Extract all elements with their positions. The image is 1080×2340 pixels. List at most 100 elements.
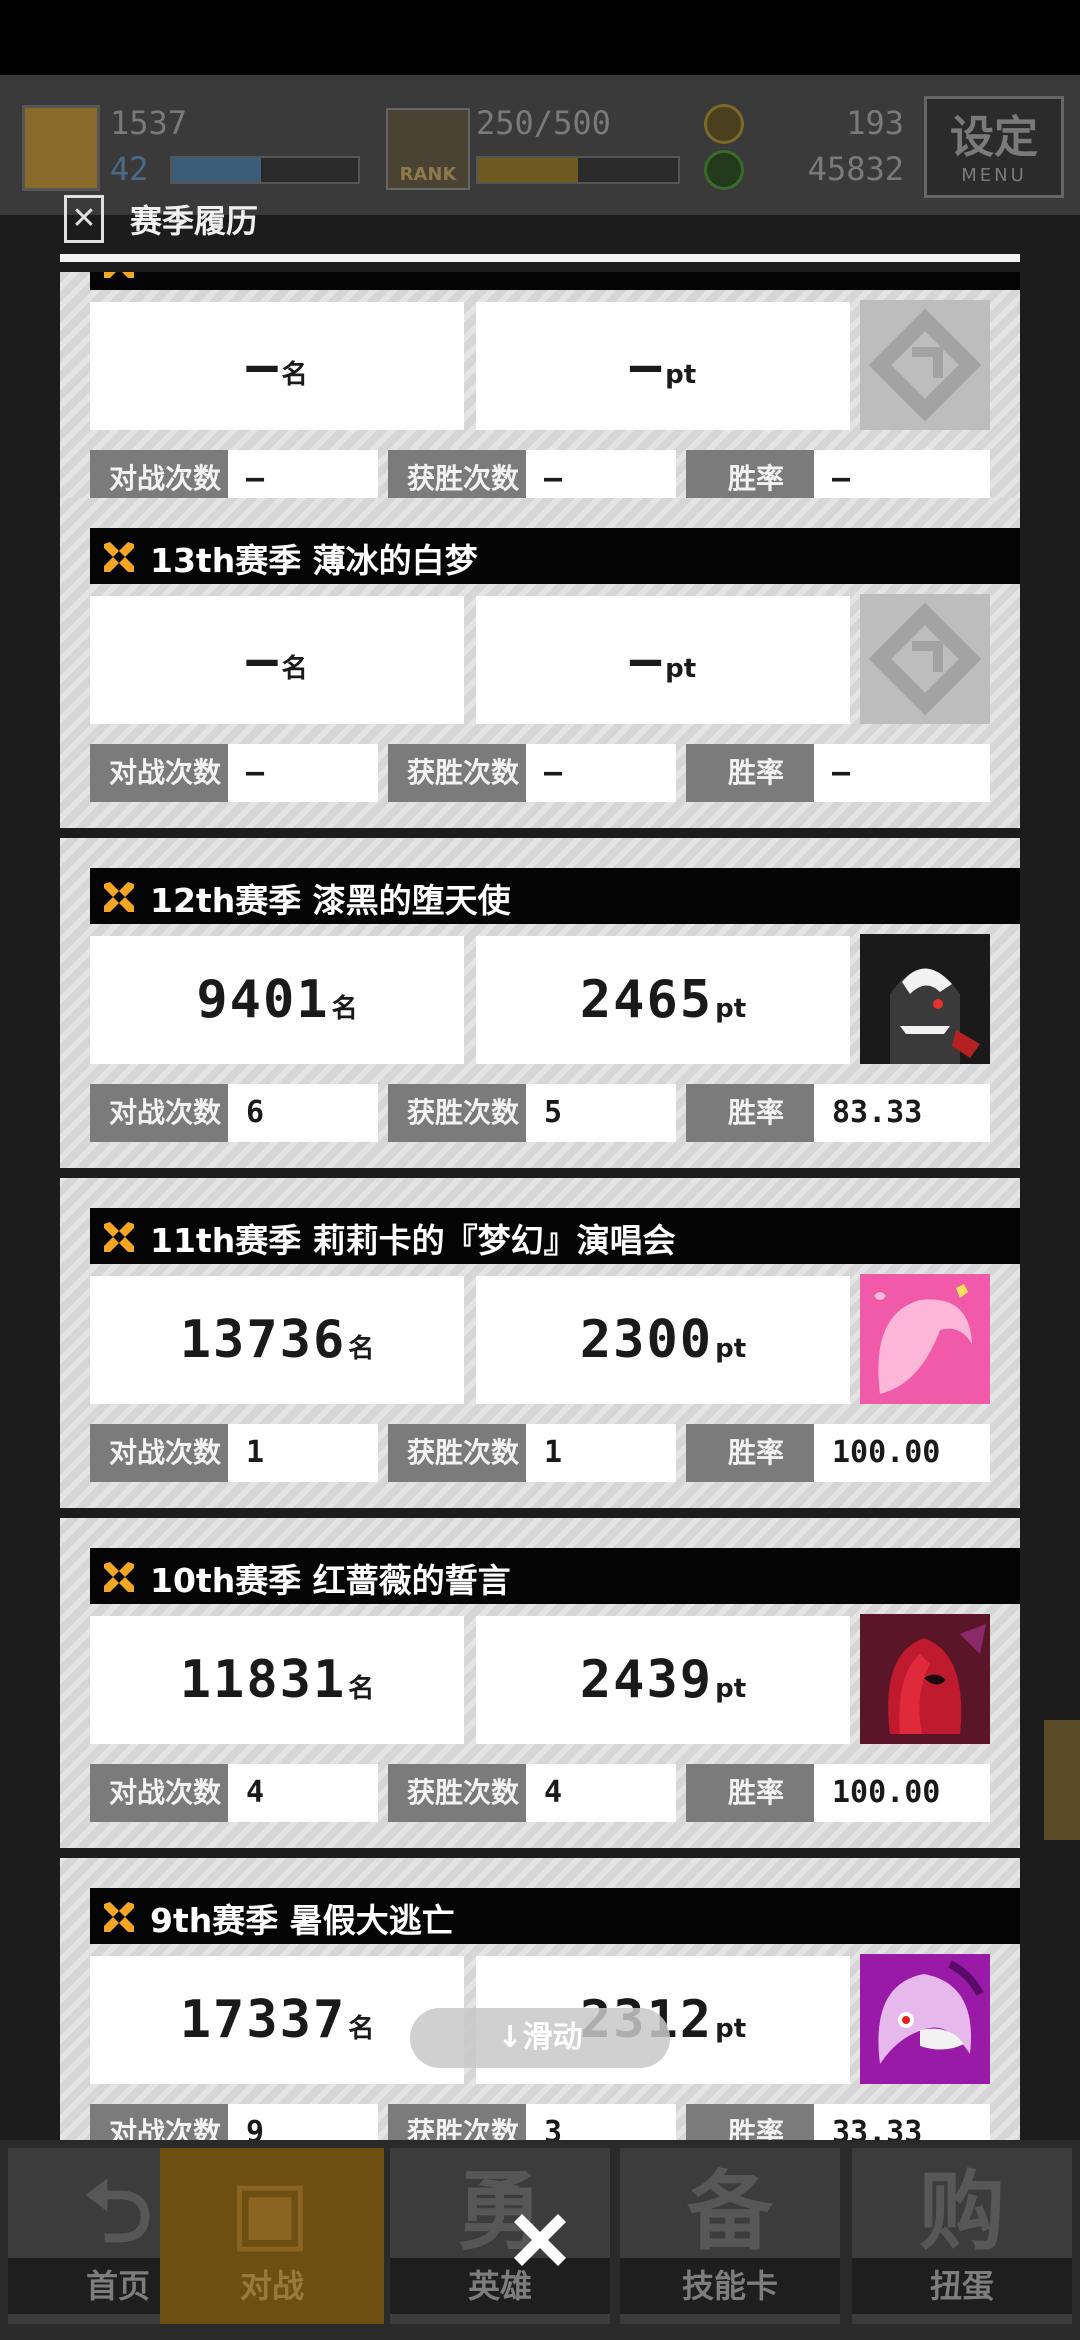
gem-icon xyxy=(704,150,744,190)
season-rank: 9401名 xyxy=(90,936,464,1064)
stat-label: 获胜次数 xyxy=(388,1764,538,1822)
season-points-value: — xyxy=(629,336,664,396)
season-banner: 9th赛季 暑假大逃亡 xyxy=(90,1888,1020,1944)
stat-label: 胜率 xyxy=(686,1084,826,1142)
rank-unit: 名 xyxy=(348,1674,375,1704)
rank-progress: 250/500 xyxy=(476,104,611,142)
stat-value: 1 xyxy=(526,1424,676,1482)
gacha-icon: 购 xyxy=(919,2162,1005,2262)
stat-label: 获胜次数 xyxy=(388,1084,538,1142)
season-rank: 11831名 xyxy=(90,1616,464,1744)
season-card: 13th赛季 薄冰的白梦 —名 —pt 对战次数 — 获胜次数 — 胜率 — xyxy=(60,498,1020,828)
stat-value: — xyxy=(526,744,676,802)
rank-unit: 名 xyxy=(281,654,308,684)
nav-tab-label: 扭蛋 xyxy=(852,2258,1072,2314)
stat-label: 对战次数 xyxy=(90,1424,240,1482)
season-title: 11th赛季 莉莉卡的『梦幻』演唱会 xyxy=(150,1221,676,1260)
stat-label: 胜率 xyxy=(686,1764,826,1822)
rank-unit: 名 xyxy=(348,1334,375,1364)
gamepad-icon: ▣ xyxy=(229,2162,311,2262)
skill-card-icon: 备 xyxy=(687,2162,773,2262)
stat-value: 6 xyxy=(228,1084,378,1142)
currency-coins: 193 xyxy=(846,104,904,142)
season-points: —pt xyxy=(476,596,850,724)
modal-title: 赛季履历 xyxy=(130,202,259,240)
nav-tab-battle[interactable]: ▣ 对战 xyxy=(160,2148,384,2324)
purple-hair-portrait xyxy=(860,1954,990,2084)
season-points-value: — xyxy=(629,630,664,690)
menu-button-sublabel: MENU xyxy=(961,165,1027,186)
crossed-swords-icon xyxy=(104,1562,134,1592)
header-divider xyxy=(60,254,1020,262)
nav-tab-label: 技能卡 xyxy=(620,2258,840,2314)
season-rank: —名 xyxy=(90,302,464,430)
stat-value: — xyxy=(814,744,990,802)
season-title: 10th赛季 红蔷薇的誓言 xyxy=(150,1561,511,1600)
nav-tab-skill-card[interactable]: 备 技能卡 xyxy=(620,2148,840,2324)
header-divider-notch xyxy=(937,244,1023,254)
nav-tab-gacha[interactable]: 购 扭蛋 xyxy=(852,2148,1072,2324)
swipe-hint: ↓滑动 xyxy=(410,2008,670,2068)
stat-label: 胜率 xyxy=(686,744,826,802)
season-points: —pt xyxy=(476,302,850,430)
rank-badge: RANK xyxy=(386,108,470,190)
season-list[interactable]: —名 —pt 对战次数 — 获胜次数 — 胜率 — 13th赛季 薄冰的白梦 —名 —… xyxy=(60,272,1020,2140)
rank-unit: 名 xyxy=(331,994,358,1024)
points-unit: pt xyxy=(715,994,747,1024)
season-rank-value: 11831 xyxy=(179,1650,347,1710)
season-rank-value: — xyxy=(246,630,280,690)
stat-value: 100.00 xyxy=(814,1764,990,1822)
season-rank: —名 xyxy=(90,596,464,724)
season-rank: 13736名 xyxy=(90,1276,464,1404)
season-title: 12th赛季 漆黑的堕天使 xyxy=(150,881,511,920)
season-rank: 17337名 xyxy=(90,1956,464,2084)
side-tab xyxy=(1044,1720,1080,1840)
season-banner: 13th赛季 薄冰的白梦 xyxy=(90,528,1020,584)
season-points: 2300pt xyxy=(476,1276,850,1404)
season-rank-value: 13736 xyxy=(179,1310,347,1370)
stat-label: 对战次数 xyxy=(90,1084,240,1142)
season-points-value: 2300 xyxy=(579,1310,714,1370)
stat-label: 胜率 xyxy=(686,1424,826,1482)
menu-button[interactable]: 设定 MENU xyxy=(924,96,1064,198)
stat-value: 9 xyxy=(228,2104,378,2140)
lilika-portrait xyxy=(860,1274,990,1404)
season-points: 2465pt xyxy=(476,936,850,1064)
season-banner: 12th赛季 漆黑的堕天使 xyxy=(90,868,1020,924)
stat-label: 获胜次数 xyxy=(388,1424,538,1482)
season-banner: 10th赛季 红蔷薇的誓言 xyxy=(90,1548,1020,1604)
season-rank-value: — xyxy=(246,336,280,396)
stat-label: 对战次数 xyxy=(90,2104,240,2140)
rank-unit: 名 xyxy=(281,360,308,390)
stat-value: 83.33 xyxy=(814,1084,990,1142)
player-sub-level: 42 xyxy=(110,150,149,188)
currency-gems: 45832 xyxy=(807,150,904,188)
season-rank-value: 17337 xyxy=(179,1990,347,2050)
status-bar xyxy=(0,0,1080,75)
stat-value: 3 xyxy=(526,2104,676,2140)
crossed-swords-icon xyxy=(104,272,134,278)
rank-unit: 名 xyxy=(348,2014,375,2044)
stat-label: 获胜次数 xyxy=(388,2104,538,2140)
season-points-value: 2439 xyxy=(579,1650,714,1710)
stat-label: 对战次数 xyxy=(90,1764,240,1822)
stat-label: 获胜次数 xyxy=(388,744,538,802)
season-portrait-placeholder xyxy=(860,594,990,724)
stat-value: 4 xyxy=(526,1764,676,1822)
season-title: 9th赛季 暑假大逃亡 xyxy=(150,1901,455,1940)
points-unit: pt xyxy=(715,2014,747,2044)
points-unit: pt xyxy=(665,360,697,390)
stat-value: 5 xyxy=(526,1084,676,1142)
season-card: 12th赛季 漆黑的堕天使 9401名 2465pt 对战次数 6 获胜次数 5 胜… xyxy=(60,838,1020,1168)
points-unit: pt xyxy=(665,654,697,684)
close-icon[interactable] xyxy=(500,2200,580,2280)
season-card: 10th赛季 红蔷薇的誓言 11831名 2439pt 对战次数 4 获胜次数 4 … xyxy=(60,1518,1020,1848)
season-title: 13th赛季 薄冰的白梦 xyxy=(150,541,478,580)
season-points: 2439pt xyxy=(476,1616,850,1744)
season-history-icon: ✕ xyxy=(64,195,104,243)
player-avatar xyxy=(22,105,100,191)
season-card: 9th赛季 暑假大逃亡 17337名 2312pt 对战次数9 获胜次数3 胜率… xyxy=(60,1858,1020,2140)
points-unit: pt xyxy=(715,1334,747,1364)
crossed-swords-icon xyxy=(104,1222,134,1252)
exp-bar xyxy=(170,156,360,184)
